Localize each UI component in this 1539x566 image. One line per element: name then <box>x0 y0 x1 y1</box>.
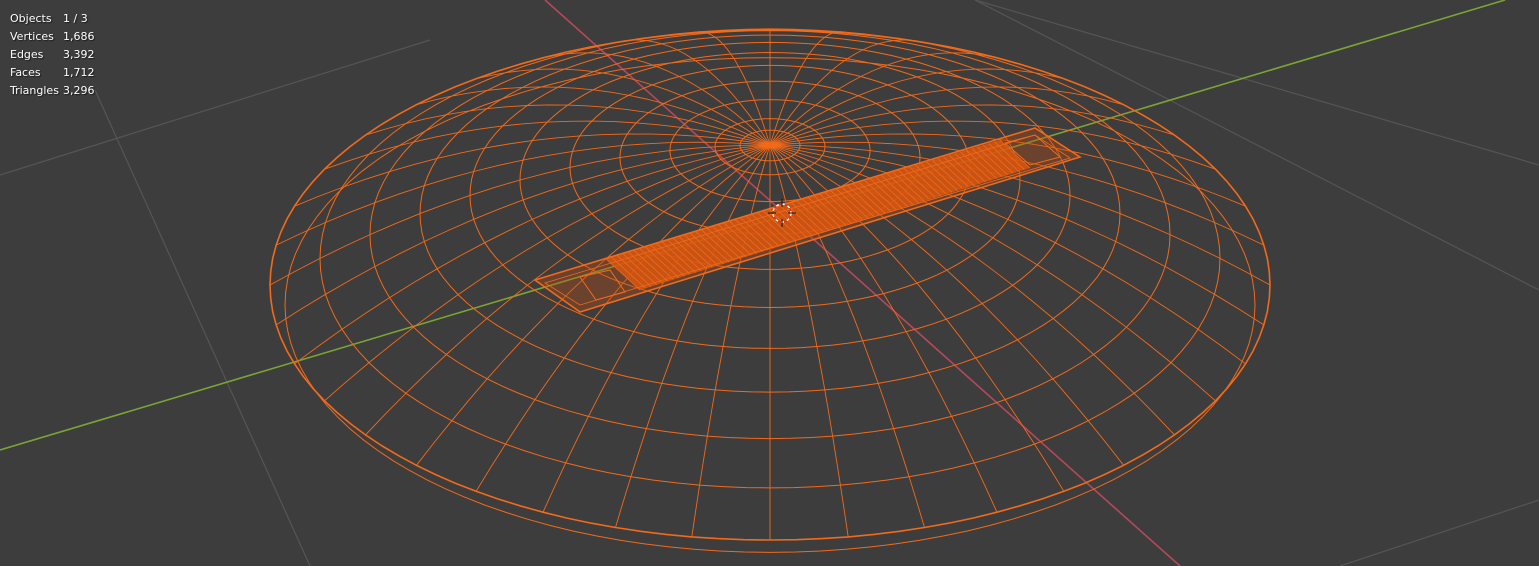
stat-edges: Edges 3,392 <box>10 46 95 64</box>
stat-value: 1,686 <box>63 30 95 43</box>
stat-objects: Objects 1 / 3 <box>10 10 95 28</box>
floor-grid <box>0 0 1539 566</box>
stat-triangles: Triangles 3,296 <box>10 82 95 100</box>
viewport-scene[interactable] <box>0 0 1539 566</box>
stat-label: Vertices <box>10 30 54 43</box>
dome-wireframe[interactable] <box>269 28 1271 553</box>
stat-value: 3,296 <box>63 84 95 97</box>
stat-vertices: Vertices 1,686 <box>10 28 95 46</box>
stat-label: Edges <box>10 48 44 61</box>
stat-label: Faces <box>10 66 41 79</box>
stat-value: 1 / 3 <box>63 12 88 25</box>
3d-viewport[interactable]: Objects 1 / 3 Vertices 1,686 Edges 3,392… <box>0 0 1539 566</box>
stat-value: 1,712 <box>63 66 95 79</box>
scene-statistics-overlay: Objects 1 / 3 Vertices 1,686 Edges 3,392… <box>10 10 95 100</box>
stat-value: 3,392 <box>63 48 95 61</box>
stat-faces: Faces 1,712 <box>10 64 95 82</box>
stat-label: Triangles <box>10 84 59 97</box>
stat-label: Objects <box>10 12 52 25</box>
